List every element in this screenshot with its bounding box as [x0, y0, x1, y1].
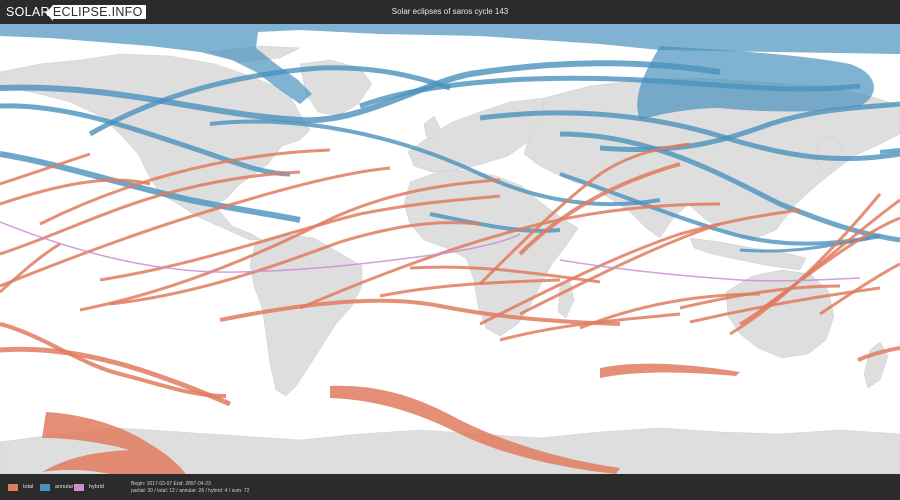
saros-counts: partial: 30 / total: 12 / annular: 26 / …	[131, 488, 250, 494]
top-bar: SOLAR ECLIPSE.INFO Solar eclipses of sar…	[0, 0, 900, 24]
south-america	[249, 233, 363, 397]
legend-item-hybrid: hybrid	[74, 483, 104, 491]
eclipse-path-map	[0, 24, 900, 474]
legend-label-annular: annular	[55, 484, 74, 490]
site-logo[interactable]: SOLAR ECLIPSE.INFO	[6, 4, 146, 21]
logo-text-solar: SOLAR	[6, 5, 50, 19]
new-zealand	[863, 341, 889, 389]
australia	[725, 269, 835, 359]
total-path-wide	[600, 363, 740, 378]
saros-info: Begin: 1617-03-07 End: 2897-04-23 partia…	[131, 481, 249, 495]
legend-swatch-annular	[40, 483, 50, 491]
legend-swatch-total	[8, 483, 18, 491]
logo-text-eclipse-info: ECLIPSE.INFO	[45, 5, 146, 21]
legend-label-total: total	[23, 484, 34, 490]
legend-label-hybrid: hybrid	[89, 484, 104, 490]
africa	[403, 169, 579, 337]
total-path	[0, 346, 231, 407]
annular-path	[879, 148, 900, 154]
saros-date-range: Begin: 1617-03-07 End: 2897-04-23	[131, 481, 211, 487]
world-map[interactable]	[0, 24, 900, 474]
legend-item-total: total	[8, 483, 33, 491]
footer-bar: total annular hybrid Begin: 1617-03-07 E…	[0, 474, 900, 500]
annular-region-east	[637, 46, 874, 120]
legend-item-annular: annular	[40, 483, 73, 491]
legend-swatch-hybrid	[74, 483, 84, 491]
total-path	[819, 262, 900, 316]
